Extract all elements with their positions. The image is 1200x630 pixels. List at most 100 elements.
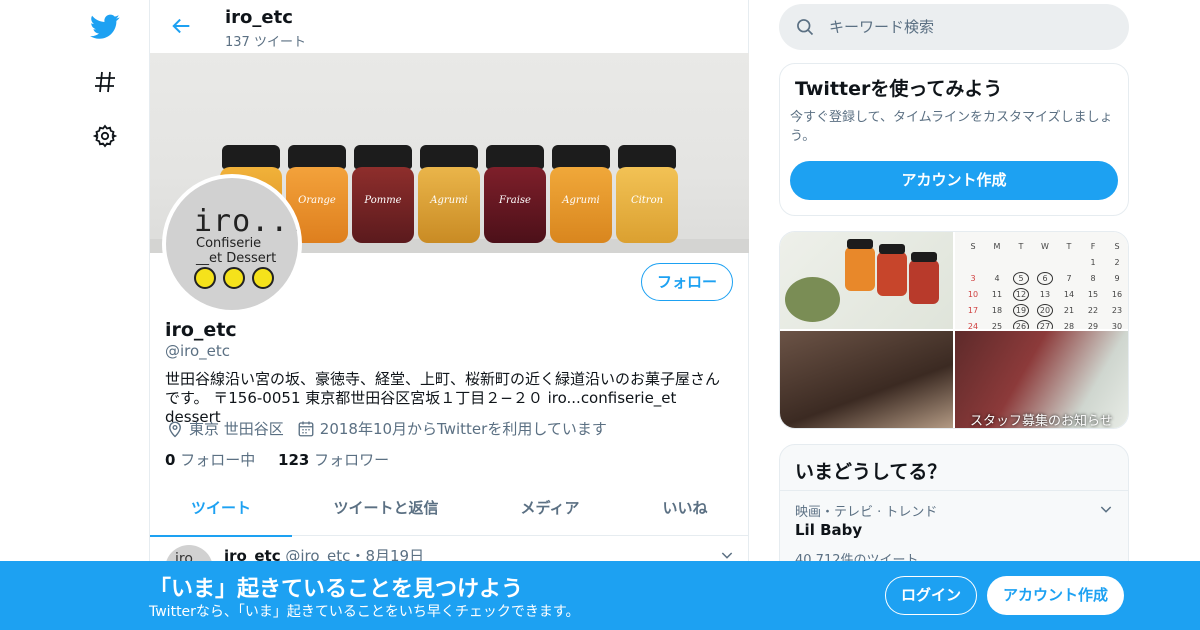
avatar-dot	[194, 267, 216, 289]
calendar-row: 10 11 12 13 14 15 16	[965, 286, 1125, 302]
trends-title: いまどうしてる？	[795, 461, 947, 483]
profile-location: 東京 世田谷区	[189, 420, 284, 438]
following-link[interactable]: 0 フォロー中	[165, 451, 255, 469]
divider	[780, 490, 1128, 491]
tab-likes[interactable]: いいね	[620, 480, 750, 536]
calendar-day: 15	[1087, 289, 1099, 299]
twitter-bird-icon[interactable]	[86, 8, 124, 46]
calendar-day: 1	[1090, 257, 1096, 267]
left-nav	[80, 0, 130, 630]
calendar-icon	[296, 419, 316, 439]
calendar-day: 5	[1013, 271, 1029, 285]
avatar-logo-subtext: Confiserie	[196, 236, 262, 251]
tab-tweets-replies[interactable]: ツイートと返信	[292, 480, 480, 536]
calendar-weekday: S	[970, 241, 976, 251]
calendar-weekday: M	[993, 241, 1001, 251]
calendar-row: 12	[965, 254, 1125, 270]
hashtag-icon[interactable]	[86, 63, 124, 101]
calendar-day: 14	[1063, 289, 1075, 299]
followers-link[interactable]: 123 フォロワー	[278, 451, 389, 469]
calendar-day: 27	[1037, 319, 1053, 329]
media-caption: スタッフ募集のお知らせ	[970, 414, 1113, 429]
header-title: iro_etc	[225, 7, 293, 28]
calendar-row: SMTWTFS	[965, 238, 1125, 254]
bottom-signup-bar: 「いま」起きていることを見つけよう Twitterなら、「いま」起きていることを…	[0, 561, 1200, 630]
media-thumbnail[interactable]	[780, 331, 953, 428]
chevron-down-icon[interactable]	[1098, 501, 1114, 521]
calendar-day: 22	[1087, 305, 1099, 315]
calendar-day: 21	[1063, 305, 1075, 315]
calendar-day: 6	[1037, 271, 1053, 285]
hydrangea	[785, 277, 840, 322]
calendar-day: 28	[1063, 321, 1075, 330]
calendar-day: 23	[1111, 305, 1123, 315]
signup-button[interactable]: アカウント作成	[987, 576, 1124, 615]
profile-tabs: ツイート ツイートと返信 メディア いいね	[150, 480, 750, 537]
calendar: S M T W T F S 1 2 3 4 5 6 7 8 9 10 11 12 13 14 15 16 17 18 19 20 21…	[965, 238, 1125, 329]
avatar-dot	[223, 267, 245, 289]
signup-card: Twitterを使ってみよう 今すぐ登録して、タイムラインをカスタマイズしましょ…	[779, 63, 1129, 216]
avatar-logo-text: iro...	[194, 204, 298, 239]
calendar-day: 26	[1013, 319, 1029, 329]
arrow-left-icon[interactable]	[168, 12, 196, 40]
calendar-day: 10	[967, 289, 979, 299]
profile-joined: 2018年10月からTwitterを利用しています	[319, 420, 607, 438]
bio-line: 世田谷線沿い宮の坂、豪徳寺、経堂、上町、桜新町の近く緑道沿いのお菓子屋さん	[165, 370, 721, 388]
calendar-day: 8	[1090, 273, 1096, 283]
follow-counts: 0 フォロー中 123 フォロワー	[165, 449, 389, 470]
jar: Agrumi	[550, 145, 612, 243]
calendar-day: 4	[994, 273, 1000, 283]
calendar-day: 24	[967, 321, 979, 330]
calendar-day: 29	[1087, 321, 1099, 330]
search-icon	[795, 17, 815, 41]
bottom-bar-title: 「いま」起きていることを見つけよう	[149, 577, 524, 602]
create-account-button[interactable]: アカウント作成	[790, 161, 1118, 200]
calendar-day: 16	[1111, 289, 1123, 299]
calendar-row: 3 4 56 7 8 9	[965, 270, 1125, 286]
main-column: iro_etc 137 ツイート Orange Pomme Agrumi Fra…	[149, 0, 749, 630]
profile-meta: 東京 世田谷区 2018年10月からTwitterを利用しています	[165, 418, 619, 439]
trend-name[interactable]: Lil Baby	[795, 521, 862, 539]
page-root: iro_etc 137 ツイート Orange Pomme Agrumi Fra…	[0, 0, 1200, 630]
calendar-day: 13	[1039, 289, 1051, 299]
jar: Agrumi	[418, 145, 480, 243]
gear-icon[interactable]	[86, 117, 124, 155]
jar: Fraise	[484, 145, 546, 243]
calendar-day: 30	[1111, 321, 1123, 330]
calendar-row: 17 18 19 20 21 22 23	[965, 302, 1125, 318]
media-thumbnail[interactable]	[780, 232, 953, 329]
calendar-row: 24 25 26 27 28 29 30	[965, 318, 1125, 329]
calendar-weekday: S	[1114, 241, 1120, 251]
tweet-count: 137 ツイート	[225, 35, 306, 50]
login-button[interactable]: ログイン	[885, 576, 977, 615]
profile-header: iro_etc 137 ツイート	[150, 0, 749, 53]
jar: Citron	[616, 145, 678, 243]
profile-name: iro_etc	[165, 319, 237, 341]
avatar-logo-subtext: __et Dessert	[196, 251, 277, 266]
jar	[845, 239, 875, 291]
search-input[interactable]	[829, 14, 1109, 40]
calendar-day: 19	[1013, 303, 1029, 317]
follow-button[interactable]: フォロー	[641, 263, 733, 301]
profile-handle: @iro_etc	[165, 342, 231, 360]
jar	[877, 244, 907, 296]
jar: Pomme	[352, 145, 414, 243]
calendar-day: 9	[1114, 273, 1120, 283]
avatar-dot	[252, 267, 274, 289]
tab-media[interactable]: メディア	[480, 480, 620, 536]
jar	[909, 252, 939, 304]
media-grid: S M T W T F S 1 2 3 4 5 6 7 8 9 10 11 12 13 14 15 16 17 18 19 20 21…	[779, 231, 1129, 429]
media-thumbnail[interactable]: S M T W T F S 1 2 3 4 5 6 7 8 9 10 11 12 13 14 15 16 17 18 19 20 21…	[955, 232, 1128, 329]
calendar-weekday: T	[1018, 241, 1024, 251]
location-pin-icon	[165, 419, 185, 439]
calendar-weekday: W	[1041, 241, 1049, 251]
calendar-day: 11	[991, 289, 1003, 299]
profile-avatar[interactable]: iro... Confiserie __et Dessert	[162, 174, 302, 314]
calendar-day: 18	[991, 305, 1003, 315]
trend-category: 映画・テレビ · トレンド	[795, 505, 938, 520]
search-box[interactable]	[779, 4, 1129, 50]
calendar-day: 17	[967, 305, 979, 315]
tab-tweets[interactable]: ツイート	[150, 480, 292, 537]
calendar-day: 12	[1013, 287, 1029, 301]
signup-card-title: Twitterを使ってみよう	[795, 78, 1003, 100]
